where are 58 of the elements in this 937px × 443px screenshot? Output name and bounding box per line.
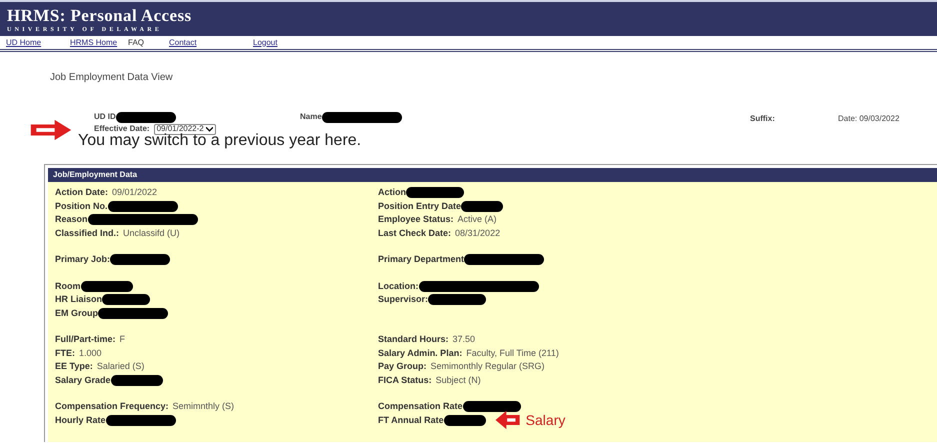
field-label: Effective Date: <box>94 123 150 133</box>
field-value: F <box>120 335 126 344</box>
field-label: FT Annual Rate <box>378 416 444 425</box>
field-value: Semimonthly Regular (SRG) <box>430 362 545 372</box>
site-title: HRMS: Personal Access <box>7 7 193 25</box>
field-label: Full/Part-time: <box>55 335 116 344</box>
nav-link[interactable]: Logout <box>253 36 293 48</box>
field-value: 1.000 <box>79 348 102 358</box>
field-label: Primary Department <box>378 255 464 264</box>
annotation-text: Salary <box>526 413 566 428</box>
field-label: Name <box>300 111 322 123</box>
left-arrow-icon <box>494 410 522 430</box>
field-label: Action Date: <box>55 188 108 198</box>
field-value: Salaried (S) <box>96 362 144 372</box>
annotation-text: You may switch to a previous year here. <box>78 132 362 150</box>
field-label: Employee Status: <box>378 215 454 224</box>
field-value: 37.50 <box>452 335 476 344</box>
field-label: Compensation Rate <box>378 402 463 412</box>
field-value: Semimnthly (S) <box>172 402 234 412</box>
field-label: Supervisor: <box>378 295 428 304</box>
field-label: Action <box>378 188 406 198</box>
effective-date-select[interactable]: 09/01/2022-2 <box>154 124 216 134</box>
field-label: Hourly Rate <box>55 416 106 425</box>
field-label: Primary Job: <box>55 255 110 264</box>
date-text: Date: 09/03/2022 <box>838 113 900 125</box>
field-label: HR Liaison <box>55 295 102 304</box>
nav-link[interactable]: HRMS Home <box>70 36 128 48</box>
page-title: Job Employment Data View <box>50 71 174 85</box>
nav-link[interactable]: Contact <box>169 36 253 48</box>
field-label: Salary Grade <box>55 376 111 385</box>
field-label: FTE: <box>55 348 75 358</box>
field-label: Position No. <box>55 202 108 211</box>
field-label: Room <box>55 282 80 291</box>
field-label: UD ID <box>94 111 116 123</box>
field-label: FICA Status: <box>378 376 432 385</box>
field-value: Active (A) <box>458 215 497 224</box>
field-label: Position Entry Date <box>378 202 462 211</box>
nav-link[interactable]: FAQ <box>128 36 169 48</box>
chevron-down-icon <box>206 126 213 132</box>
field-label: Salary Admin. Plan: <box>378 348 462 358</box>
redaction-mark <box>116 112 176 122</box>
field-label: Pay Group: <box>378 362 427 372</box>
field-value: 09/01/2022 <box>112 188 158 198</box>
field-value: Subject (N) <box>436 376 481 385</box>
field-value: Faculty, Full Time (211) <box>466 348 559 358</box>
field-label: Classified Ind.: <box>55 228 120 238</box>
field-value: 08/31/2022 <box>455 228 500 238</box>
field-label: Standard Hours: <box>378 335 449 344</box>
field-label: Suffix: <box>750 113 775 125</box>
field-value: Unclassifd (U) <box>123 228 180 238</box>
field-label: EE Type: <box>55 362 93 372</box>
field-label: Last Check Date: <box>378 228 452 238</box>
field-label: Compensation Frequency: <box>55 402 169 412</box>
field-label: Reason <box>55 215 88 224</box>
panel-header: Job/Employment Data <box>48 168 937 182</box>
field-label: EM Group <box>55 308 98 318</box>
nav-link[interactable]: UD Home <box>6 36 70 48</box>
field-label: Location: <box>378 282 418 291</box>
